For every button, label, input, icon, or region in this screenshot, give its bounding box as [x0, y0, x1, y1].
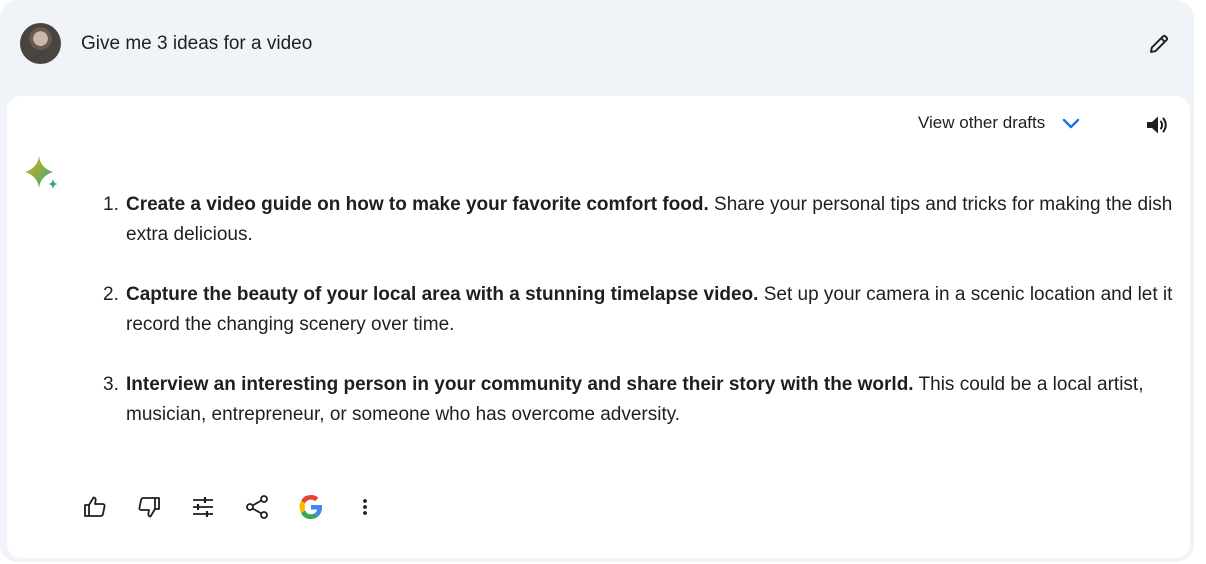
list-number: 3.: [103, 374, 119, 395]
list-item: 2. Capture the beauty of your local area …: [103, 280, 1173, 340]
list-number: 2.: [103, 284, 119, 305]
view-other-drafts-button[interactable]: View other drafts: [918, 113, 1081, 133]
tune-icon: [193, 497, 213, 517]
user-prompt-row: Give me 3 ideas for a video: [0, 0, 1194, 90]
speaker-icon: [1147, 116, 1167, 134]
edit-prompt-button[interactable]: [1144, 29, 1174, 59]
read-aloud-button[interactable]: [1142, 110, 1172, 140]
modify-response-button[interactable]: [185, 489, 221, 525]
thumbs-down-icon: [138, 497, 160, 518]
avatar: [20, 23, 61, 64]
share-button[interactable]: [239, 489, 275, 525]
response-actions: [77, 489, 383, 525]
conversation-frame: Give me 3 ideas for a video View other d…: [0, 0, 1194, 562]
list-item: 3. Interview an interesting person in you…: [103, 370, 1173, 430]
google-it-button[interactable]: [293, 489, 329, 525]
chevron-down-icon: [1063, 118, 1080, 129]
share-icon: [246, 495, 268, 519]
idea-title: Create a video guide on how to make your…: [126, 194, 709, 215]
list-item: 1. Create a video guide on how to make yo…: [103, 190, 1173, 250]
idea-title: Interview an interesting person in your …: [126, 374, 914, 395]
good-response-button[interactable]: [77, 489, 113, 525]
more-vert-icon: [363, 499, 367, 515]
prompt-text: Give me 3 ideas for a video: [81, 33, 313, 54]
response-card: View other drafts 1. Create a video guid…: [7, 96, 1190, 558]
list-number: 1.: [103, 194, 119, 215]
bad-response-button[interactable]: [131, 489, 167, 525]
sparkle-icon: [25, 156, 58, 189]
idea-title: Capture the beauty of your local area wi…: [126, 284, 759, 305]
google-icon: [299, 495, 322, 519]
pencil-icon: [1150, 34, 1169, 53]
thumbs-up-icon: [84, 496, 106, 517]
ideas-list: 1. Create a video guide on how to make yo…: [103, 190, 1173, 460]
drafts-label: View other drafts: [918, 113, 1046, 132]
more-options-button[interactable]: [347, 489, 383, 525]
